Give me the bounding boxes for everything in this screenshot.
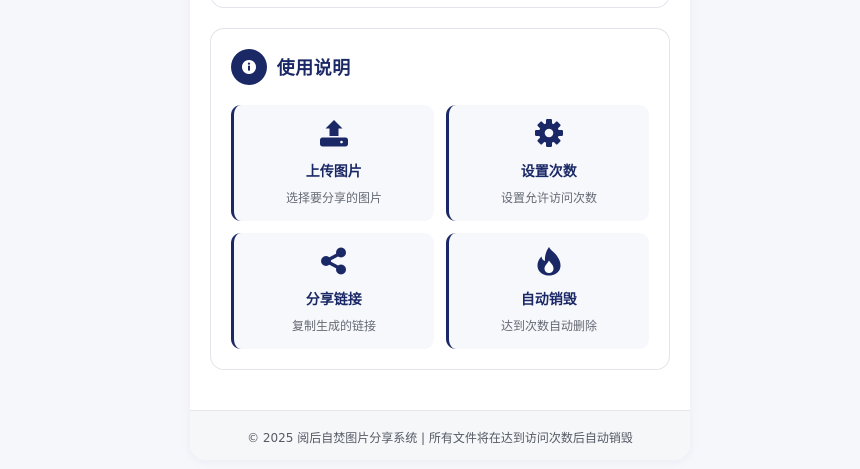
share-icon (318, 245, 350, 277)
page: 使用说明 上传图片 选择要分享的图片 设置次数 设置允许访问次数 分享链接 复制… (0, 0, 860, 469)
feature-card-settings: 设置次数 设置允许访问次数 (446, 105, 649, 221)
footer: © 2025 阅后自焚图片分享系统 | 所有文件将在达到访问次数后自动销毁 (190, 410, 690, 460)
main-card: 使用说明 上传图片 选择要分享的图片 设置次数 设置允许访问次数 分享链接 复制… (190, 0, 690, 460)
previous-panel (210, 0, 670, 8)
feature-desc: 设置允许访问次数 (500, 191, 597, 205)
feature-card-share: 分享链接 复制生成的链接 (231, 233, 434, 349)
upload-icon (318, 117, 350, 149)
help-title: 使用说明 (277, 58, 351, 79)
feature-card-upload: 上传图片 选择要分享的图片 (231, 105, 434, 221)
help-panel: 使用说明 上传图片 选择要分享的图片 设置次数 设置允许访问次数 分享链接 复制… (210, 28, 670, 370)
feature-desc: 复制生成的链接 (291, 319, 376, 333)
feature-grid: 上传图片 选择要分享的图片 设置次数 设置允许访问次数 分享链接 复制生成的链接… (231, 105, 651, 349)
flame-icon (533, 245, 565, 277)
feature-title: 自动销毁 (521, 292, 577, 308)
feature-title: 上传图片 (306, 164, 362, 180)
feature-card-destroy: 自动销毁 达到次数自动删除 (446, 233, 649, 349)
feature-desc: 达到次数自动删除 (500, 319, 597, 333)
feature-title: 设置次数 (521, 164, 577, 180)
help-header: 使用说明 (231, 49, 351, 85)
gear-icon (533, 117, 565, 149)
footer-text: © 2025 阅后自焚图片分享系统 | 所有文件将在达到访问次数后自动销毁 (247, 431, 633, 445)
info-icon (231, 49, 267, 85)
feature-desc: 选择要分享的图片 (285, 191, 382, 205)
feature-title: 分享链接 (306, 292, 362, 308)
